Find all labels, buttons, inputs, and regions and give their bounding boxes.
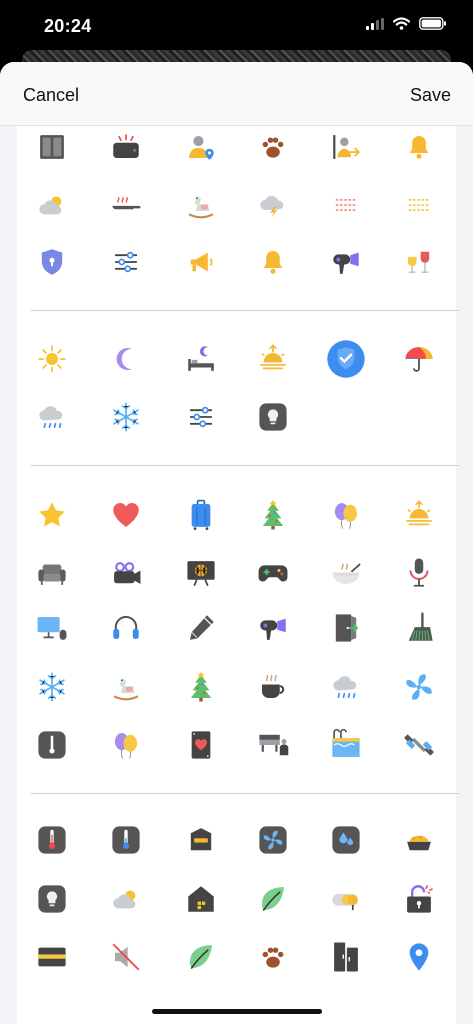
sliders-icon[interactable] bbox=[106, 242, 146, 282]
leaf-icon[interactable] bbox=[253, 879, 293, 919]
balloons-icon[interactable] bbox=[106, 725, 146, 765]
toaster-icon[interactable] bbox=[106, 127, 146, 167]
microphone-icon[interactable] bbox=[399, 553, 439, 593]
christmas-tree-icon[interactable] bbox=[181, 667, 221, 707]
moon-icon[interactable] bbox=[106, 339, 146, 379]
wine-glasses-icon[interactable] bbox=[399, 242, 439, 282]
home-indicator bbox=[152, 1009, 322, 1014]
user-exit-icon[interactable] bbox=[326, 127, 366, 167]
fan-icon[interactable] bbox=[399, 667, 439, 707]
headphones-icon[interactable] bbox=[106, 608, 146, 648]
icon-picker-sheet: Cancel Save bbox=[0, 62, 473, 1024]
coffee-cup-icon[interactable] bbox=[253, 667, 293, 707]
bed-night-icon[interactable] bbox=[181, 339, 221, 379]
icon-grid-panel bbox=[17, 126, 459, 1024]
alarm-lock-icon[interactable] bbox=[399, 879, 439, 919]
humidity-tile-icon[interactable] bbox=[326, 820, 366, 860]
hair-dryer-icon[interactable] bbox=[326, 242, 366, 282]
dumbbell-icon[interactable] bbox=[399, 725, 439, 765]
megaphone-icon[interactable] bbox=[181, 242, 221, 282]
christmas-tree-icon[interactable] bbox=[253, 495, 293, 535]
rocking-horse-icon[interactable] bbox=[181, 185, 221, 225]
house-icon[interactable] bbox=[181, 879, 221, 919]
heart-card-icon[interactable] bbox=[181, 725, 221, 765]
broom-icon[interactable] bbox=[399, 608, 439, 648]
nav-bar: Cancel Save bbox=[0, 62, 473, 126]
status-icons bbox=[366, 17, 447, 30]
thermometer-cold-icon[interactable] bbox=[106, 820, 146, 860]
pool-icon[interactable] bbox=[326, 725, 366, 765]
gamepad-icon[interactable] bbox=[253, 553, 293, 593]
table-chair-icon[interactable] bbox=[253, 725, 293, 765]
steaming-bowl-icon[interactable] bbox=[326, 553, 366, 593]
heat-lines-red-icon[interactable] bbox=[326, 185, 366, 225]
coin-toggle-icon[interactable] bbox=[326, 879, 366, 919]
heart-icon[interactable] bbox=[106, 495, 146, 535]
computer-icon[interactable] bbox=[32, 608, 72, 648]
rain-cloud-icon[interactable] bbox=[32, 397, 72, 437]
user-location-icon[interactable] bbox=[181, 127, 221, 167]
mailbox-icon[interactable] bbox=[181, 820, 221, 860]
thermometer-hot-icon[interactable] bbox=[32, 820, 72, 860]
shield-check-icon[interactable] bbox=[326, 339, 366, 379]
fan-tile-icon[interactable] bbox=[253, 820, 293, 860]
split-panel-icon[interactable] bbox=[32, 127, 72, 167]
partly-cloudy-icon[interactable] bbox=[106, 879, 146, 919]
shield-lock-icon[interactable] bbox=[32, 242, 72, 282]
location-pin-icon[interactable] bbox=[399, 937, 439, 977]
frying-pan-icon[interactable] bbox=[106, 185, 146, 225]
leaf-icon[interactable] bbox=[181, 937, 221, 977]
section-divider bbox=[31, 465, 459, 466]
sunrise-icon[interactable] bbox=[399, 495, 439, 535]
door-enter-icon[interactable] bbox=[326, 608, 366, 648]
rocking-horse-icon[interactable] bbox=[106, 667, 146, 707]
thunderstorm-icon[interactable] bbox=[253, 185, 293, 225]
umbrella-icon[interactable] bbox=[399, 339, 439, 379]
suitcase-icon[interactable] bbox=[181, 495, 221, 535]
armchair-icon[interactable] bbox=[32, 553, 72, 593]
light-bulb-tile-icon[interactable] bbox=[253, 397, 293, 437]
sunrise-icon[interactable] bbox=[253, 339, 293, 379]
mute-icon[interactable] bbox=[106, 937, 146, 977]
heat-lines-yellow-icon[interactable] bbox=[399, 185, 439, 225]
balloons-icon[interactable] bbox=[326, 495, 366, 535]
snowflake-icon[interactable] bbox=[32, 667, 72, 707]
star-icon[interactable] bbox=[32, 495, 72, 535]
rain-cloud-icon[interactable] bbox=[326, 667, 366, 707]
wifi-icon bbox=[393, 17, 410, 30]
status-time: 20:24 bbox=[44, 16, 92, 36]
cellular-signal-icon bbox=[366, 17, 384, 30]
basketball-tv-icon[interactable] bbox=[181, 553, 221, 593]
section-divider bbox=[31, 793, 459, 794]
cancel-button[interactable]: Cancel bbox=[23, 85, 79, 106]
paw-icon[interactable] bbox=[253, 937, 293, 977]
hair-dryer-icon[interactable] bbox=[253, 608, 293, 648]
pet-bowl-icon[interactable] bbox=[399, 820, 439, 860]
section-divider bbox=[31, 310, 459, 311]
status-bar: 20:24 bbox=[0, 0, 473, 52]
pencil-icon[interactable] bbox=[181, 608, 221, 648]
bell-icon[interactable] bbox=[253, 242, 293, 282]
double-door-icon[interactable] bbox=[326, 937, 366, 977]
battery-icon bbox=[419, 17, 446, 30]
credit-card-icon[interactable] bbox=[32, 937, 72, 977]
thermometer-tile-icon[interactable] bbox=[32, 725, 72, 765]
sun-icon[interactable] bbox=[32, 339, 72, 379]
bell-icon[interactable] bbox=[399, 127, 439, 167]
sliders-icon[interactable] bbox=[181, 397, 221, 437]
light-bulb-tile-icon[interactable] bbox=[32, 879, 72, 919]
video-camera-icon[interactable] bbox=[106, 553, 146, 593]
partly-cloudy-icon[interactable] bbox=[32, 185, 72, 225]
paw-icon[interactable] bbox=[253, 127, 293, 167]
snowflake-icon[interactable] bbox=[106, 397, 146, 437]
save-button[interactable]: Save bbox=[410, 85, 451, 106]
